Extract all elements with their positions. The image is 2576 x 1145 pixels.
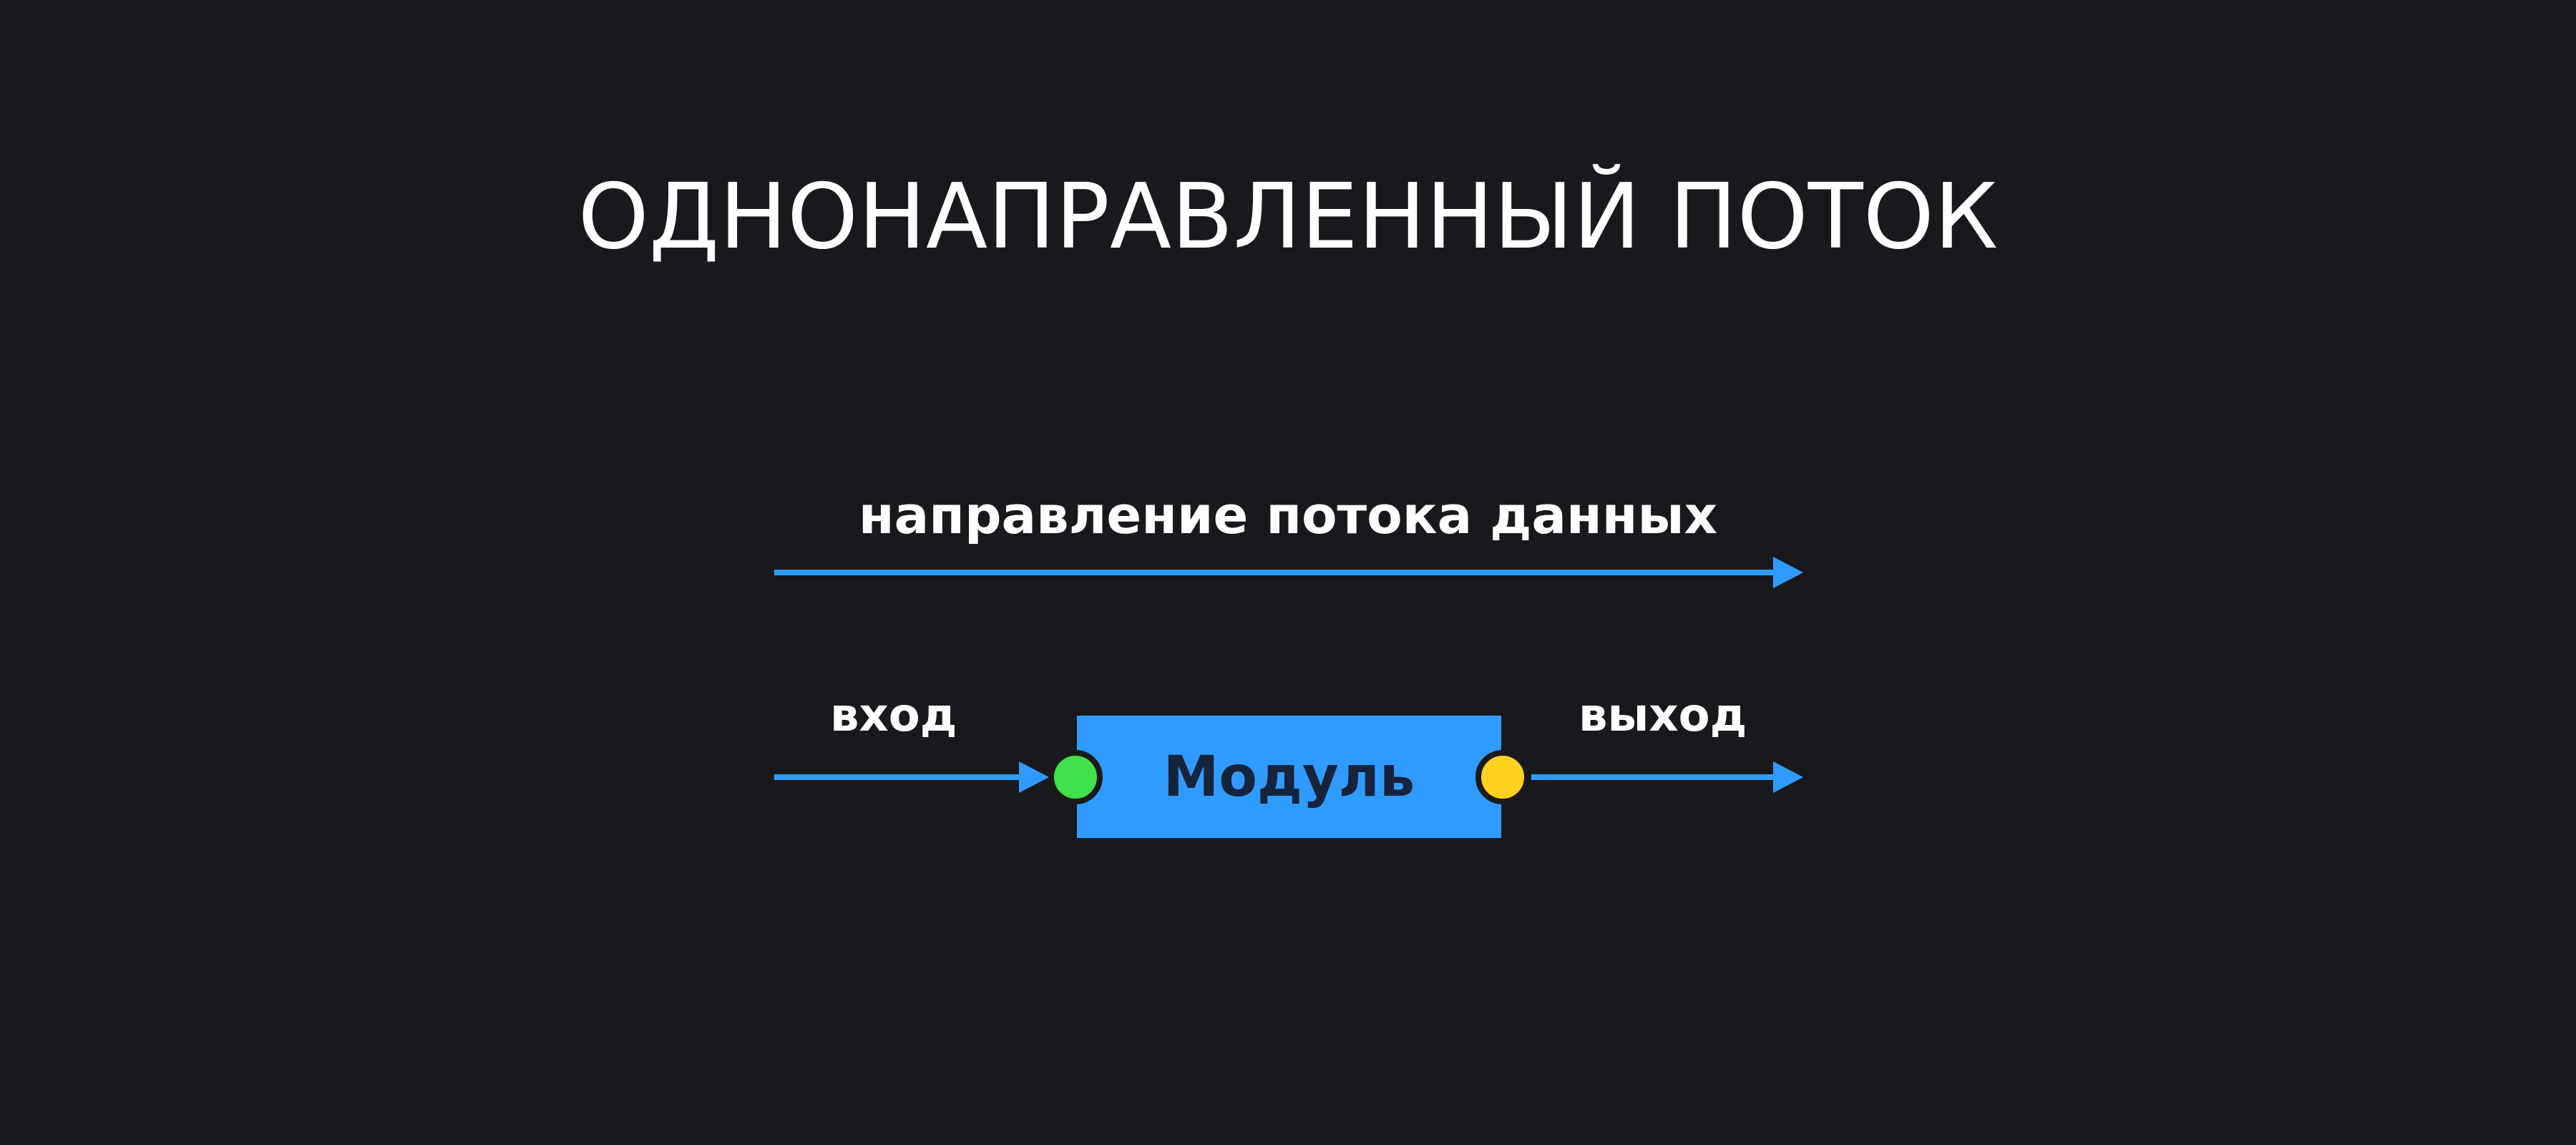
output-port-icon <box>1475 750 1530 804</box>
port-layer <box>1048 750 1530 804</box>
input-port-icon <box>1048 750 1103 804</box>
